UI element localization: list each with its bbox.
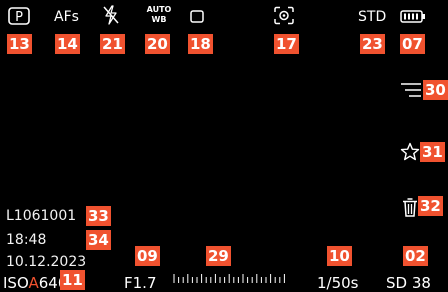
annotation-badge-23: 23 bbox=[360, 34, 385, 54]
annotation-badge-32: 32 bbox=[418, 196, 443, 216]
annotation-badge-11: 11 bbox=[60, 270, 85, 290]
annotation-badge-17: 17 bbox=[274, 34, 299, 54]
annotation-badge-13: 13 bbox=[7, 34, 32, 54]
iso-readout[interactable]: ISOA640 bbox=[3, 274, 67, 292]
annotation-badge-14: 14 bbox=[55, 34, 80, 54]
annotation-badge-02: 02 bbox=[403, 246, 428, 266]
exposure-mode-label: P bbox=[15, 10, 23, 25]
filter-lines-icon[interactable] bbox=[400, 82, 422, 98]
film-style-label[interactable]: STD bbox=[358, 9, 386, 25]
capture-time-label: 18:48 bbox=[6, 232, 47, 248]
annotation-badge-31: 31 bbox=[420, 142, 445, 162]
annotation-badge-18: 18 bbox=[188, 34, 213, 54]
focus-mode-label[interactable]: AFs bbox=[54, 9, 79, 25]
annotation-badge-21: 21 bbox=[100, 34, 125, 54]
annotation-badge-29: 29 bbox=[206, 246, 231, 266]
storage-remaining-count: 38 bbox=[411, 274, 431, 292]
iso-prefix: ISO bbox=[3, 274, 29, 292]
white-balance-bottom-label: WB bbox=[151, 15, 167, 24]
annotation-badge-20: 20 bbox=[145, 34, 170, 54]
exposure-compensation-scale[interactable] bbox=[172, 271, 290, 285]
annotation-badge-33: 33 bbox=[86, 206, 111, 226]
iso-auto-marker: A bbox=[28, 274, 39, 292]
white-balance-top-label: AUTO bbox=[146, 5, 172, 14]
white-balance-indicator[interactable]: AUTO WB bbox=[144, 5, 174, 29]
annotation-badge-09: 09 bbox=[135, 246, 160, 266]
shutter-speed-readout[interactable]: 1/50s bbox=[317, 274, 359, 292]
file-name-label: L1061001 bbox=[6, 208, 77, 224]
annotation-badge-34: 34 bbox=[86, 230, 111, 250]
storage-label: SD bbox=[386, 274, 408, 292]
star-icon[interactable] bbox=[400, 142, 420, 161]
annotation-badge-07: 07 bbox=[400, 34, 425, 54]
flash-off-icon[interactable] bbox=[102, 5, 120, 25]
aperture-readout[interactable]: F1.7 bbox=[124, 274, 156, 292]
trash-icon[interactable] bbox=[402, 198, 418, 217]
battery-icon bbox=[400, 10, 426, 23]
drive-mode-single-icon[interactable] bbox=[190, 10, 204, 23]
storage-readout: SD 38 bbox=[386, 274, 431, 292]
capture-date-label: 10.12.2023 bbox=[6, 254, 87, 270]
annotation-badge-30: 30 bbox=[423, 80, 448, 100]
annotation-badge-10: 10 bbox=[327, 246, 352, 266]
exposure-mode-icon[interactable]: P bbox=[8, 6, 30, 26]
metering-mode-icon[interactable] bbox=[273, 6, 295, 25]
